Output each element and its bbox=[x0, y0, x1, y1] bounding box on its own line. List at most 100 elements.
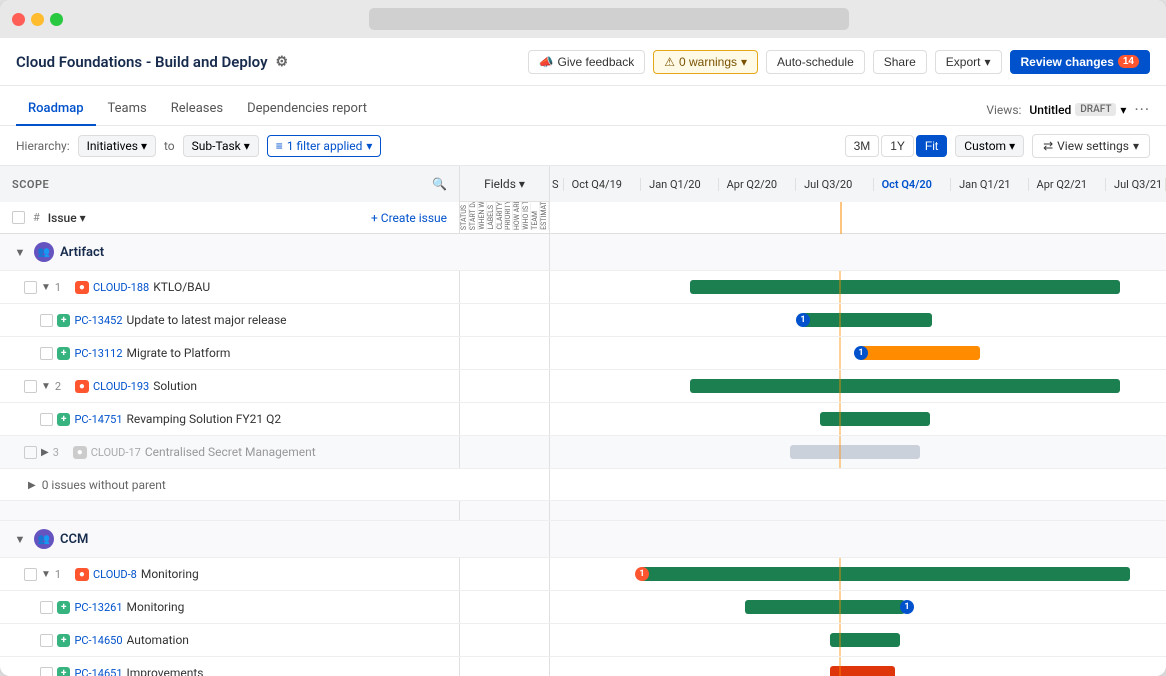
warnings-button[interactable]: ⚠ 0 warnings ▾ bbox=[653, 50, 758, 74]
time-buttons: 3M 1Y Fit bbox=[845, 135, 948, 157]
select-all-checkbox[interactable] bbox=[12, 211, 25, 224]
create-issue-button[interactable]: + Create issue bbox=[371, 211, 447, 225]
row-pc14650-checkbox[interactable] bbox=[40, 634, 53, 647]
row-cloud8-fields bbox=[460, 558, 550, 590]
dot-cloud8: 1 bbox=[635, 567, 649, 581]
field-owner-col: WHO IS THE FULL-TIME OWNER? bbox=[522, 202, 531, 230]
header-actions: 📣 Give feedback ⚠ 0 warnings ▾ Auto-sche… bbox=[528, 50, 1150, 74]
close-button[interactable] bbox=[12, 13, 25, 26]
row-pc14751-scope: + PC-14751 Revamping Solution FY21 Q2 bbox=[0, 403, 460, 435]
row-cloud193-checkbox[interactable] bbox=[24, 380, 37, 393]
period-jul-q3-21: Jul Q3/21 bbox=[1106, 178, 1166, 191]
share-button[interactable]: Share bbox=[873, 50, 927, 74]
feedback-button[interactable]: 📣 Give feedback bbox=[528, 50, 646, 74]
row-cloud193-title: Solution bbox=[153, 379, 447, 393]
chevron-down-icon: ▾ bbox=[366, 139, 372, 153]
row-pc13261-checkbox[interactable] bbox=[40, 601, 53, 614]
row-cloud17-expand[interactable]: ▶ bbox=[41, 447, 49, 458]
export-button[interactable]: Export ▾ bbox=[935, 50, 1002, 74]
column-headers: SCOPE 🔍 Fields ▾ S Oct Q4/19 Jan Q1/20 A… bbox=[0, 166, 1166, 202]
row-pc14650-id[interactable]: PC-14650 bbox=[74, 634, 122, 647]
row-pc14651-id[interactable]: PC-14651 bbox=[74, 667, 122, 676]
row-cloud17-id[interactable]: CLOUD-17 bbox=[91, 446, 141, 459]
ccm-name: CCM bbox=[60, 532, 88, 547]
row-cloud193-fields bbox=[460, 370, 550, 402]
sub-header-row: # Issue ▾ + Create issue STATUS START DA… bbox=[0, 202, 1166, 234]
collapse-artifact-button[interactable]: ▼ bbox=[12, 244, 28, 260]
scope-search-icon[interactable]: 🔍 bbox=[432, 177, 447, 191]
row-pc13452-id[interactable]: PC-13452 bbox=[74, 314, 122, 327]
view-settings-button[interactable]: ⇄ View settings ▾ bbox=[1032, 134, 1150, 158]
row-pc14651-gantt bbox=[550, 657, 1166, 676]
issue-col-sort[interactable]: Issue ▾ bbox=[48, 211, 86, 225]
time-3m-button[interactable]: 3M bbox=[845, 135, 880, 157]
tab-roadmap[interactable]: Roadmap bbox=[16, 93, 96, 126]
time-fit-button[interactable]: Fit bbox=[916, 135, 947, 157]
settings-icon[interactable]: ⚙ bbox=[276, 54, 289, 70]
row-pc14651-fields bbox=[460, 657, 550, 676]
period-jan-q1-20: Jan Q1/20 bbox=[641, 178, 718, 191]
period-s: S bbox=[550, 178, 564, 191]
minimize-button[interactable] bbox=[31, 13, 44, 26]
hierarchy-label: Hierarchy: bbox=[16, 139, 70, 153]
bar-cloud188 bbox=[690, 280, 1120, 294]
row-cloud17-fields bbox=[460, 436, 550, 468]
row-cloud188-collapse[interactable]: ▼ bbox=[41, 282, 51, 293]
autoschedule-button[interactable]: Auto-schedule bbox=[766, 50, 865, 74]
row-cloud188-scope: ▼ 1 ● CLOUD-188 KTLO/BAU bbox=[0, 271, 460, 303]
tab-teams[interactable]: Teams bbox=[96, 93, 159, 126]
row-pc14751-id[interactable]: PC-14751 bbox=[74, 413, 122, 426]
filter-button[interactable]: ≡ 1 filter applied ▾ bbox=[267, 135, 382, 157]
row-pc13261-id[interactable]: PC-13261 bbox=[74, 601, 122, 614]
row-pc13261-tag: + bbox=[57, 601, 70, 614]
group-ccm-scope: ▼ 👥 CCM bbox=[0, 521, 460, 557]
chevron-down-icon: ▾ bbox=[1009, 139, 1015, 153]
row-cloud8-id[interactable]: CLOUD-8 bbox=[93, 568, 137, 581]
fields-label: Fields ▾ bbox=[484, 177, 525, 191]
row-cloud8-checkbox[interactable] bbox=[24, 568, 37, 581]
row-cloud193-id[interactable]: CLOUD-193 bbox=[93, 380, 149, 393]
row-pc13261-title: Monitoring bbox=[127, 600, 447, 614]
field-team-col: TEAM bbox=[531, 202, 540, 230]
row-cloud188-id[interactable]: CLOUD-188 bbox=[93, 281, 149, 294]
row-pc13452-scope: + PC-13452 Update to latest major releas… bbox=[0, 304, 460, 336]
tab-releases[interactable]: Releases bbox=[159, 93, 235, 126]
row-pc14651-checkbox[interactable] bbox=[40, 667, 53, 676]
view-selector[interactable]: Untitled DRAFT ▾ bbox=[1029, 103, 1126, 117]
content-scroll[interactable]: ▼ 👥 Artifact ▼ 1 ● CLOUD-188 KTLO/BAU bbox=[0, 234, 1166, 676]
time-1y-button[interactable]: 1Y bbox=[881, 135, 914, 157]
no-parent-label: 0 issues without parent bbox=[42, 478, 166, 492]
gantt-col-header: S Oct Q4/19 Jan Q1/20 Apr Q2/20 Jul Q3/2… bbox=[550, 166, 1166, 202]
tab-dependencies[interactable]: Dependencies report bbox=[235, 93, 379, 126]
custom-select[interactable]: Custom ▾ bbox=[955, 135, 1024, 157]
field-startdate-col: START DATE bbox=[469, 202, 478, 230]
row-cloud17-checkbox[interactable] bbox=[24, 446, 37, 459]
fields-col-header[interactable]: Fields ▾ bbox=[460, 166, 550, 201]
scope-header-label: SCOPE bbox=[12, 178, 49, 191]
today-line bbox=[839, 657, 841, 676]
row-pc13452-checkbox[interactable] bbox=[40, 314, 53, 327]
row-cloud193-collapse[interactable]: ▼ bbox=[41, 381, 51, 392]
row-cloud188-title: KTLO/BAU bbox=[153, 280, 447, 294]
row-num: 1 bbox=[55, 281, 71, 294]
search-input[interactable] bbox=[369, 8, 849, 30]
collapse-ccm-button[interactable]: ▼ bbox=[12, 531, 28, 547]
traffic-lights bbox=[12, 13, 63, 26]
maximize-button[interactable] bbox=[50, 13, 63, 26]
row-cloud8-collapse[interactable]: ▼ bbox=[41, 569, 51, 580]
bar-cloud17 bbox=[790, 445, 920, 459]
hierarchy-from-select[interactable]: Initiatives ▾ bbox=[78, 135, 156, 157]
row-cloud188-checkbox[interactable] bbox=[24, 281, 37, 294]
more-options-icon[interactable]: ··· bbox=[1134, 100, 1150, 119]
row-pc13261: + PC-13261 Monitoring 1 bbox=[0, 591, 1166, 624]
row-pc13112-checkbox[interactable] bbox=[40, 347, 53, 360]
review-changes-button[interactable]: Review changes 14 bbox=[1010, 50, 1151, 74]
titlebar bbox=[0, 0, 1166, 38]
hierarchy-to-select[interactable]: Sub-Task ▾ bbox=[183, 135, 259, 157]
no-parent-chevron[interactable]: ▶ bbox=[28, 480, 36, 491]
chevron-down-icon: ▾ bbox=[984, 55, 990, 69]
row-pc14751-checkbox[interactable] bbox=[40, 413, 53, 426]
row-pc14650-gantt bbox=[550, 624, 1166, 656]
row-pc13112-id[interactable]: PC-13112 bbox=[74, 347, 122, 360]
today-line-header bbox=[840, 202, 842, 234]
